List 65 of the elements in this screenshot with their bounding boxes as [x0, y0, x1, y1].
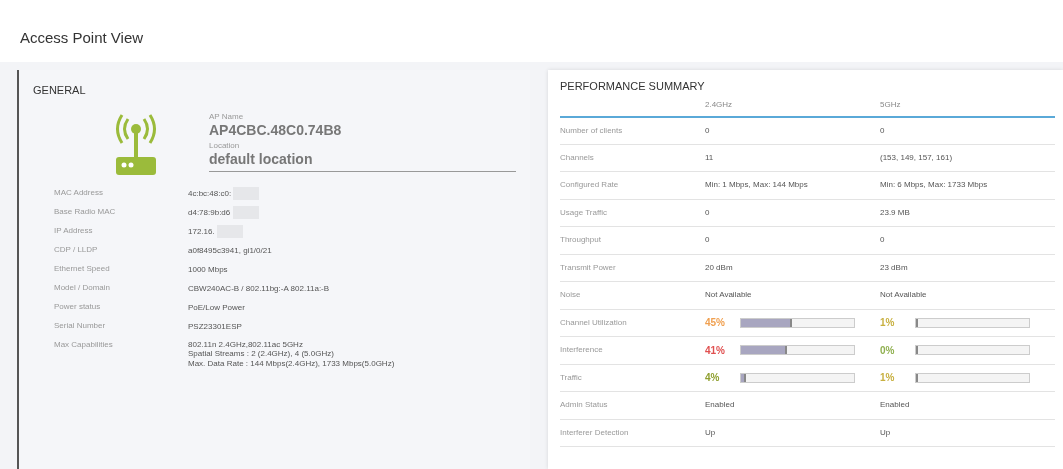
detail-value: PoE/Low Power	[188, 301, 245, 314]
percent-value: 45%	[705, 316, 725, 331]
column-header: 5GHz	[880, 100, 901, 109]
percent-value: 1%	[880, 316, 895, 331]
detail-label: Model / Domain	[53, 281, 112, 294]
table-value: (153, 149, 157, 161)	[880, 152, 953, 162]
table-value: 0	[705, 125, 710, 135]
row-label: Admin Status	[560, 400, 608, 410]
detail-label: IP Address	[53, 224, 94, 237]
table-value: Min: 6 Mbps, Max: 1733 Mbps	[880, 180, 988, 190]
detail-label: Ethernet Speed	[53, 262, 111, 275]
table-value: Up	[880, 427, 891, 437]
detail-value: 4c:bc:48:c0:	[188, 187, 232, 200]
row-label: Throughput	[560, 235, 601, 245]
detail-value: 802.11n 2.4GHz,802.11ac 5GHz	[188, 339, 304, 349]
detail-label: Power status	[53, 300, 102, 313]
table-value: 23 dBm	[880, 262, 908, 272]
row-label: Usage Traffic	[560, 207, 607, 217]
percent-value: 1%	[880, 371, 895, 386]
row-label: Interference	[560, 345, 603, 355]
detail-value: a0f8495c3941, gi1/0/21	[188, 244, 272, 257]
table-value: Not Available	[880, 290, 927, 300]
row-label: Channel Utilization	[560, 317, 627, 327]
row-label: Number of clients	[560, 125, 623, 135]
percent-value: 0%	[880, 343, 895, 358]
row-label: Noise	[560, 290, 581, 300]
table-value: Up	[705, 427, 716, 437]
percent-value: 41%	[705, 343, 725, 358]
row-label: Interferer Detection	[560, 427, 629, 437]
field-label: AP Name	[209, 110, 245, 123]
detail-label: Serial Number	[53, 319, 107, 332]
row-label: Configured Rate	[560, 180, 619, 190]
percent-value: 4%	[705, 371, 720, 386]
table-value: 0	[880, 235, 885, 245]
table-value: Min: 1 Mbps, Max: 144 Mbps	[705, 180, 808, 190]
table-value: 0	[880, 125, 885, 135]
section-title: PERFORMANCE SUMMARY	[560, 79, 706, 94]
table-value: 0	[705, 235, 710, 245]
field-label: Location	[209, 140, 241, 153]
detail-label: CDP / LLDP	[53, 243, 99, 256]
row-label: Traffic	[560, 372, 582, 382]
table-value: Enabled	[880, 400, 910, 410]
detail-value: 1000 Mbps	[188, 263, 228, 276]
row-label: Channels	[560, 152, 594, 162]
detail-value: d4:78:9b:d6	[188, 206, 231, 219]
detail-value: Max. Data Rate : 144 Mbps(2.4GHz), 1733 Mbps(5.0GHz)	[188, 358, 395, 368]
row-label: Transmit Power	[560, 262, 616, 272]
table-value: 20 dBm	[705, 262, 733, 272]
table-value: Not Available	[705, 290, 752, 300]
page-title: Access Point View	[20, 29, 144, 46]
table-value: 0	[705, 207, 710, 217]
detail-value: PSZ23301ESP	[188, 320, 242, 333]
table-value: Enabled	[705, 400, 735, 410]
detail-value: CBW240AC-B / 802.11bg:-A 802.11a:-B	[188, 282, 330, 295]
detail-label: Base Radio MAC	[53, 205, 117, 218]
detail-label: MAC Address	[53, 186, 104, 199]
table-value: 11	[705, 152, 714, 162]
table-value: 23.9 MB	[880, 207, 910, 217]
column-header: 2.4GHz	[705, 100, 733, 109]
ap-name: AP4CBC.48C0.74B8	[209, 122, 343, 138]
detail-value: 172.16.	[188, 225, 215, 238]
location-value: default location	[209, 152, 516, 172]
section-title: GENERAL	[33, 83, 87, 98]
detail-label: Max Capabilities	[53, 338, 114, 351]
detail-value: Spatial Streams : 2 (2.4GHz), 4 (5.0GHz)	[188, 349, 335, 359]
